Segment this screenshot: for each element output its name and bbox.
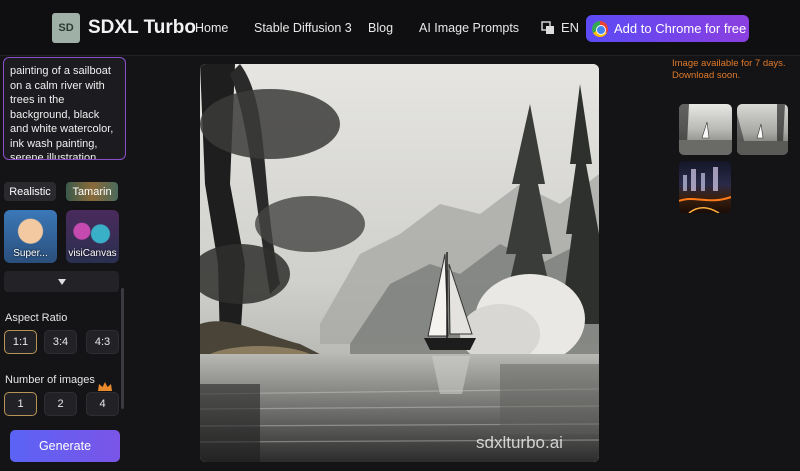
generate-button[interactable]: Generate — [10, 430, 120, 462]
aspect-ratio-1-1[interactable]: 1:1 — [4, 330, 37, 354]
add-to-chrome-label: Add to Chrome for free — [614, 21, 747, 36]
translate-icon — [541, 20, 554, 34]
thumbnail-city-night — [679, 167, 731, 213]
sailboat-ink-painting — [200, 64, 599, 462]
top-nav-bar: SD SDXL Turbo Home Stable Diffusion 3 Bl… — [0, 0, 800, 56]
image-count-2[interactable]: 2 — [44, 392, 77, 416]
aspect-ratio-4-3[interactable]: 4:3 — [86, 330, 119, 354]
history-thumbnail[interactable] — [679, 161, 731, 213]
add-to-chrome-button[interactable]: Add to Chrome for free — [586, 15, 749, 42]
history-thumbnail[interactable] — [737, 104, 788, 155]
availability-notice: Image available for 7 days. Download soo… — [672, 58, 786, 81]
style-card-label: visiCanvas — [68, 248, 117, 259]
logo-icon[interactable]: SD — [52, 13, 80, 43]
expand-styles-button[interactable] — [4, 271, 119, 292]
aspect-ratio-3-4[interactable]: 3:4 — [44, 330, 77, 354]
number-of-images-label: Number of images — [5, 374, 95, 386]
caret-down-icon — [57, 278, 66, 285]
style-chip-realistic[interactable]: Realistic — [4, 182, 56, 201]
nav-home[interactable]: Home — [195, 21, 228, 35]
thumbnail-sailboat-1 — [679, 104, 732, 155]
history-thumbnail[interactable] — [679, 104, 732, 155]
prompt-textarea[interactable]: painting of a sailboat on a calm river w… — [3, 57, 126, 160]
brand-name[interactable]: SDXL Turbo — [88, 17, 196, 39]
language-selector[interactable]: EN — [541, 20, 579, 35]
watermark-text: sdxlturbo.ai — [476, 433, 563, 452]
style-chip-tamarin[interactable]: Tamarin — [66, 182, 118, 201]
chrome-icon — [592, 20, 608, 37]
style-card-label: Super... — [13, 248, 48, 259]
language-label: EN — [561, 20, 580, 35]
style-card-super[interactable]: Super... — [4, 210, 57, 263]
crown-icon — [98, 382, 112, 391]
aspect-ratio-label: Aspect Ratio — [5, 312, 68, 324]
image-count-1[interactable]: 1 — [4, 392, 37, 416]
sidebar-scrollbar[interactable] — [121, 288, 124, 409]
image-count-4[interactable]: 4 — [86, 392, 119, 416]
nav-stable-diffusion-3[interactable]: Stable Diffusion 3 — [254, 21, 352, 35]
nav-ai-image-prompts[interactable]: AI Image Prompts — [419, 21, 519, 35]
nav-blog[interactable]: Blog — [368, 21, 393, 35]
generated-image[interactable] — [200, 64, 599, 462]
style-card-visicanvas[interactable]: visiCanvas — [66, 210, 119, 263]
thumbnail-sailboat-2 — [737, 104, 788, 155]
